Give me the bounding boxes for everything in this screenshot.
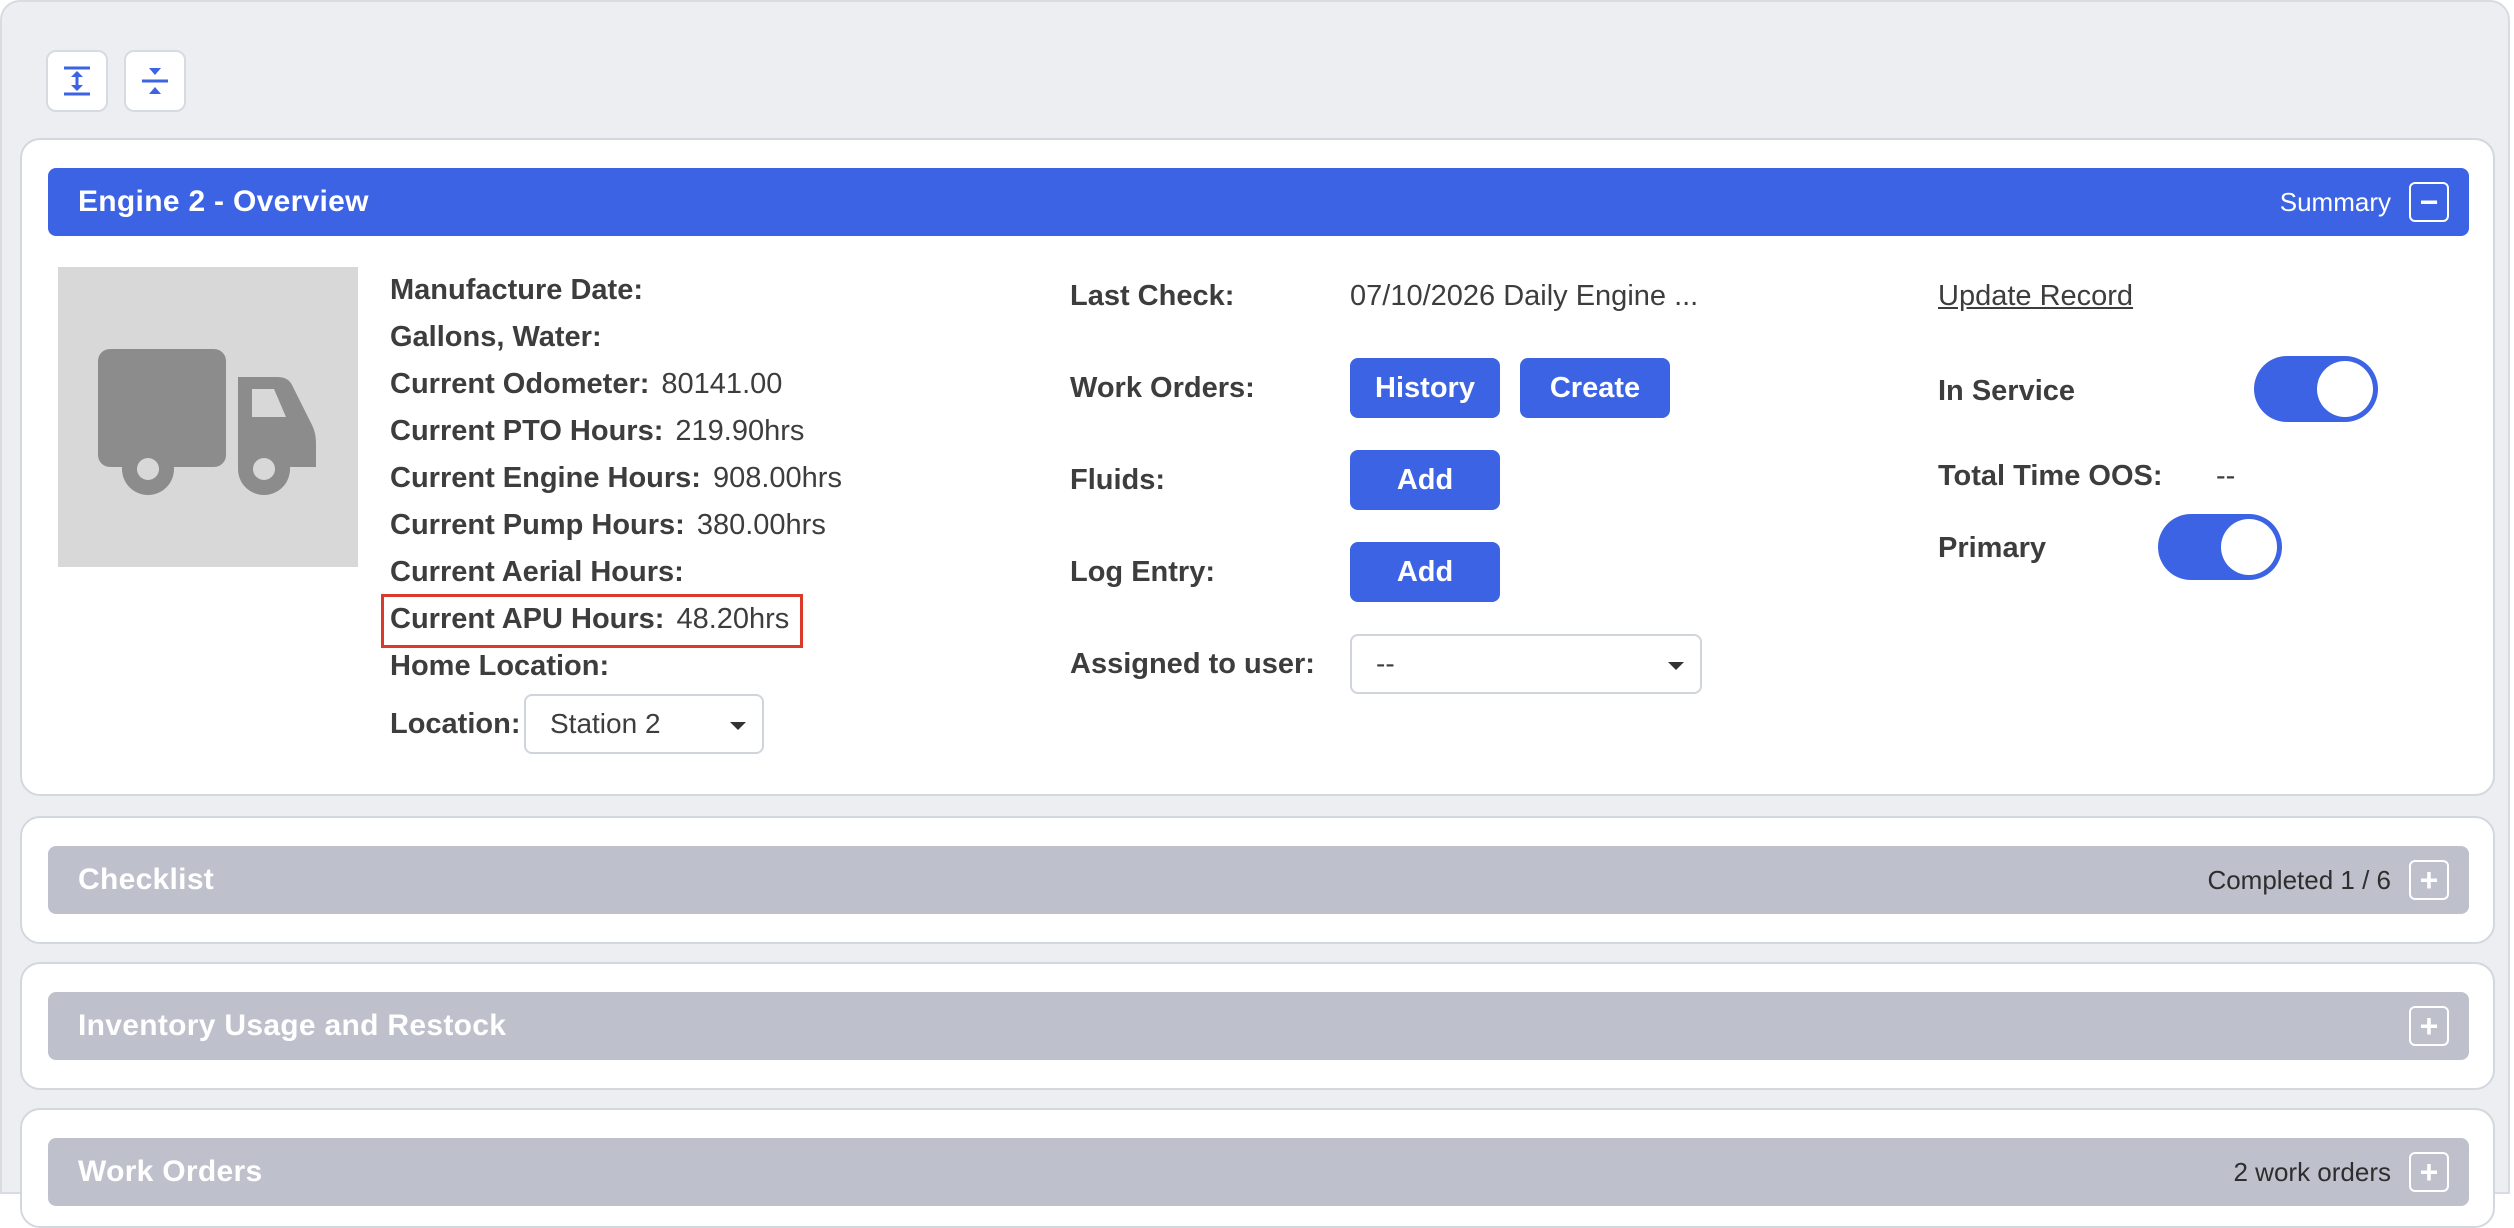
add-log-entry-button[interactable]: Add [1350,542,1500,602]
chevron-down-icon [1668,662,1684,670]
checklist-panel: Checklist Completed 1 / 6 + [20,816,2495,944]
total-oos-value: -- [2216,460,2236,492]
app-frame: Engine 2 - Overview Summary − Manufactur… [0,0,2510,1228]
fluids-label: Fluids: [1070,464,1166,496]
field-current-pump-hours: Current Pump Hours: 380.00hrs [390,508,826,541]
expand-all-button[interactable] [46,50,108,112]
field-current-pto-hours: Current PTO Hours: 219.90hrs [390,414,805,447]
in-service-label: In Service [1938,375,2076,407]
primary-toggle[interactable] [2158,514,2282,580]
log-entry-label: Log Entry: [1070,556,1215,588]
history-button[interactable]: History [1350,358,1500,418]
field-gallons-water: Gallons, Water: [390,320,602,353]
toggle-knob [2317,361,2373,417]
vehicle-thumbnail [58,267,358,567]
assigned-user-select[interactable]: -- [1350,634,1702,694]
collapse-overview-button[interactable]: − [2409,182,2449,222]
create-work-order-button[interactable]: Create [1520,358,1670,418]
checklist-header[interactable]: Checklist Completed 1 / 6 + [48,846,2469,914]
expand-all-icon [64,66,90,96]
collapse-all-icon [142,68,168,94]
update-record-link[interactable]: Update Record [1938,280,2133,313]
work-orders-panel: Work Orders 2 work orders + [20,1108,2495,1228]
in-service-toggle[interactable] [2254,356,2378,422]
summary-label[interactable]: Summary [2280,187,2391,218]
chevron-down-icon [730,722,746,730]
expand-work-orders-button[interactable]: + [2409,1152,2449,1192]
add-fluids-button[interactable]: Add [1350,450,1500,510]
location-select[interactable]: Station 2 [524,694,764,754]
overview-header[interactable]: Engine 2 - Overview Summary − [48,168,2469,236]
toggle-knob [2221,519,2277,575]
field-current-aerial-hours: Current Aerial Hours: [390,555,684,588]
work-orders-label: Work Orders: [1070,372,1255,404]
last-check-value: 07/10/2026 Daily Engine ... [1350,280,1699,312]
expand-checklist-button[interactable]: + [2409,860,2449,900]
checklist-title: Checklist [78,863,215,896]
work-orders-status: 2 work orders [2233,1156,2392,1187]
overview-title: Engine 2 - Overview [78,185,369,218]
expand-inventory-button[interactable]: + [2409,1006,2449,1046]
collapse-all-button[interactable] [124,50,186,112]
assigned-user-label: Assigned to user: [1070,648,1315,680]
inventory-title: Inventory Usage and Restock [78,1009,507,1042]
work-orders-title: Work Orders [78,1155,263,1188]
field-current-engine-hours: Current Engine Hours: 908.00hrs [390,461,842,494]
field-current-apu-hours: Current APU Hours: 48.20hrs [390,602,790,635]
field-home-location: Home Location: [390,649,610,682]
truck-icon [98,349,316,495]
checklist-status: Completed 1 / 6 [2207,864,2391,895]
total-oos-label: Total Time OOS: [1938,460,2163,492]
field-manufacture-date: Manufacture Date: [390,273,643,306]
field-location: Location: [390,707,521,740]
assigned-user-value: -- [1376,648,1395,679]
location-select-value: Station 2 [550,708,661,739]
primary-label: Primary [1938,532,2047,564]
work-orders-header[interactable]: Work Orders 2 work orders + [48,1138,2469,1206]
inventory-header[interactable]: Inventory Usage and Restock + [48,992,2469,1060]
field-current-odometer: Current Odometer: 80141.00 [390,367,783,400]
last-check-label: Last Check: [1070,280,1235,312]
inventory-panel: Inventory Usage and Restock + [20,962,2495,1090]
